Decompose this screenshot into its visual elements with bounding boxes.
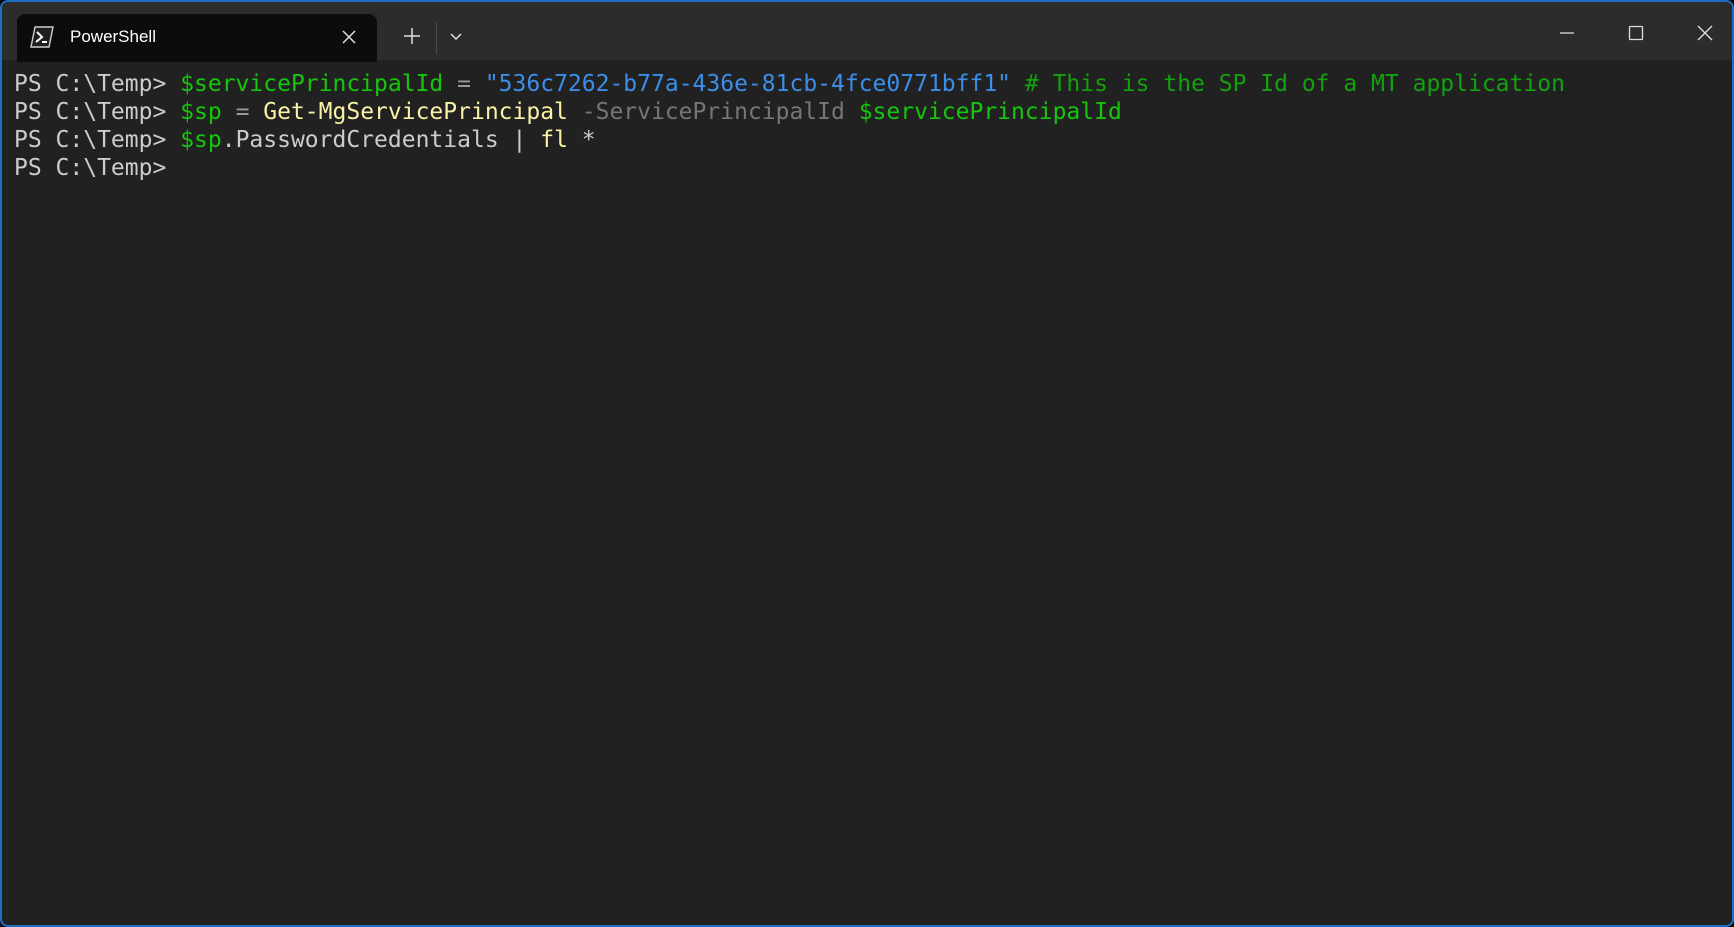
powershell-icon (30, 26, 54, 48)
maximize-button[interactable] (1613, 14, 1659, 52)
token-var: $servicePrincipalId (180, 71, 444, 97)
prompt: PS C:\Temp> (14, 99, 181, 125)
tab-title: PowerShell (70, 27, 156, 46)
minimize-icon (1560, 32, 1574, 34)
title-bar[interactable]: PowerShell (2, 2, 1732, 62)
close-button[interactable] (1682, 14, 1728, 52)
prompt: PS C:\Temp> (14, 155, 181, 181)
token-comment: # This is the SP Id of a MT application (1011, 71, 1565, 97)
token-var: $servicePrincipalId (858, 99, 1122, 125)
token-var: $sp (180, 127, 222, 153)
token-var: $sp (180, 99, 222, 125)
plus-icon[interactable] (400, 24, 424, 48)
terminal-window: PowerShell PS C:\Temp> $servicePrincipal… (0, 0, 1734, 927)
prompt: PS C:\Temp> (14, 127, 181, 153)
console-line: PS C:\Temp> $sp = Get-MgServicePrincipal… (14, 98, 1720, 126)
tab-powershell[interactable]: PowerShell (17, 14, 377, 62)
console-line: PS C:\Temp> $servicePrincipalId = "536c7… (14, 70, 1720, 98)
token-op: = (221, 99, 264, 125)
close-icon[interactable] (339, 27, 359, 47)
minimize-button[interactable] (1544, 14, 1590, 52)
token-plain: .PasswordCredentials | (221, 127, 541, 153)
close-icon (1697, 25, 1713, 41)
token-plain: * (567, 127, 596, 153)
prompt: PS C:\Temp> (14, 71, 181, 97)
maximize-icon (1628, 25, 1644, 41)
token-str: "536c7262-b77a-436e-81cb-4fce0771bff1" (484, 71, 1012, 97)
terminal-output[interactable]: PS C:\Temp> $servicePrincipalId = "536c7… (14, 70, 1720, 915)
token-op: = (443, 71, 485, 97)
tab-separator (436, 22, 437, 54)
token-cmd: Get-MgServicePrincipal (263, 99, 568, 125)
token-param: -ServicePrincipalId (567, 99, 859, 125)
console-line: PS C:\Temp> (14, 154, 1720, 182)
console-line: PS C:\Temp> $sp.PasswordCredentials | fl… (14, 126, 1720, 154)
token-cmd: fl (540, 127, 568, 153)
chevron-down-icon[interactable] (448, 29, 464, 45)
